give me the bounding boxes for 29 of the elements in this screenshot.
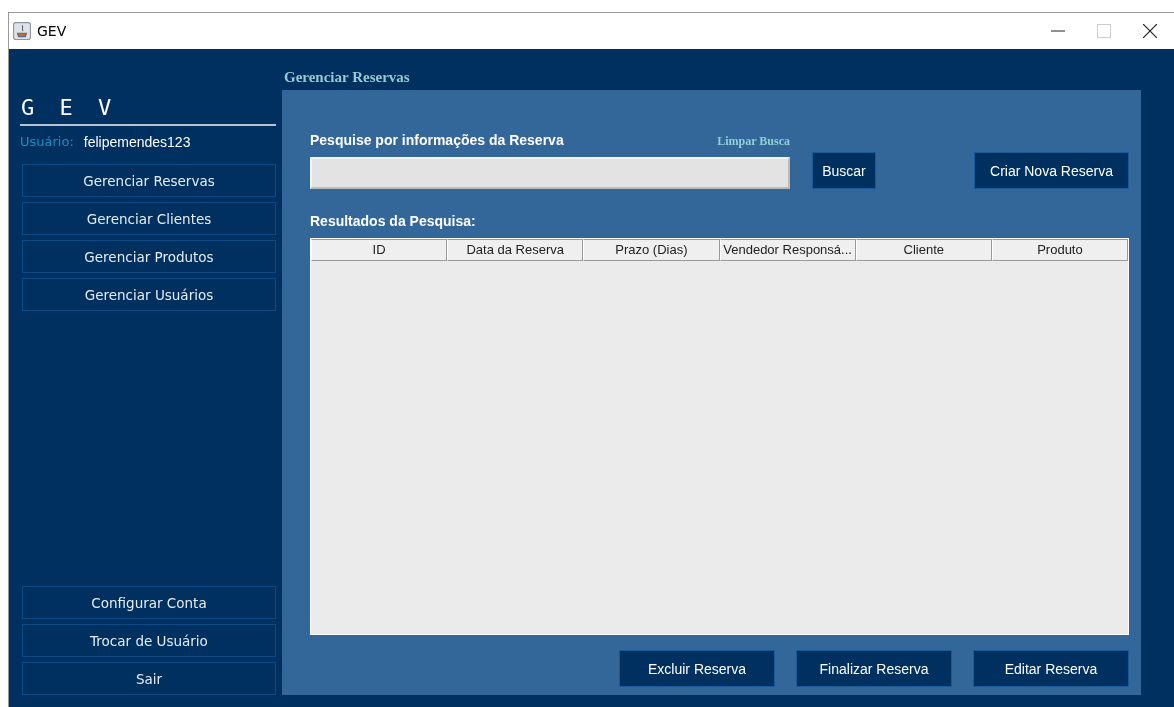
search-label: Pesquise por informações da Reserva [310, 132, 564, 148]
action-button[interactable]: Excluir Reserva [619, 650, 775, 687]
user-label: Usuário: [20, 134, 74, 150]
page-title: Gerenciar Reservas [283, 68, 411, 87]
sidebar-item[interactable]: Sair [22, 662, 276, 695]
results-label: Resultados da Pesquisa: [310, 213, 477, 229]
column-header[interactable]: Data da Reserva [447, 239, 584, 261]
column-header[interactable]: Cliente [855, 239, 992, 261]
sidebar-item[interactable]: Trocar de Usuário [22, 624, 276, 657]
user-name: felipemendes123 [83, 134, 191, 150]
window-title: GEV [37, 23, 67, 39]
close-icon[interactable] [1143, 24, 1157, 38]
sidebar-item[interactable]: Gerenciar Reservas [22, 164, 276, 197]
create-button[interactable]: Criar Nova Reserva [974, 152, 1129, 189]
app-icon [13, 22, 31, 40]
column-header[interactable]: Prazo (Dias) [583, 239, 720, 261]
column-header[interactable]: Produto [991, 239, 1129, 261]
sidebar-item[interactable]: Gerenciar Usuários [22, 278, 276, 311]
sidebar-item[interactable]: Gerenciar Produtos [22, 240, 276, 273]
logo-text: G E V [20, 95, 119, 120]
search-field[interactable] [310, 157, 790, 189]
maximize-icon[interactable] [1097, 24, 1111, 38]
search-button[interactable]: Buscar [812, 152, 876, 189]
sidebar-item[interactable]: Configurar Conta [22, 586, 276, 619]
action-button[interactable]: Editar Reserva [973, 650, 1129, 687]
action-button[interactable]: Finalizar Reserva [796, 650, 952, 687]
column-header[interactable]: ID [311, 239, 448, 261]
column-header[interactable]: Vendedor Responsá... [719, 239, 856, 261]
sidebar-item[interactable]: Gerenciar Clientes [22, 202, 276, 235]
